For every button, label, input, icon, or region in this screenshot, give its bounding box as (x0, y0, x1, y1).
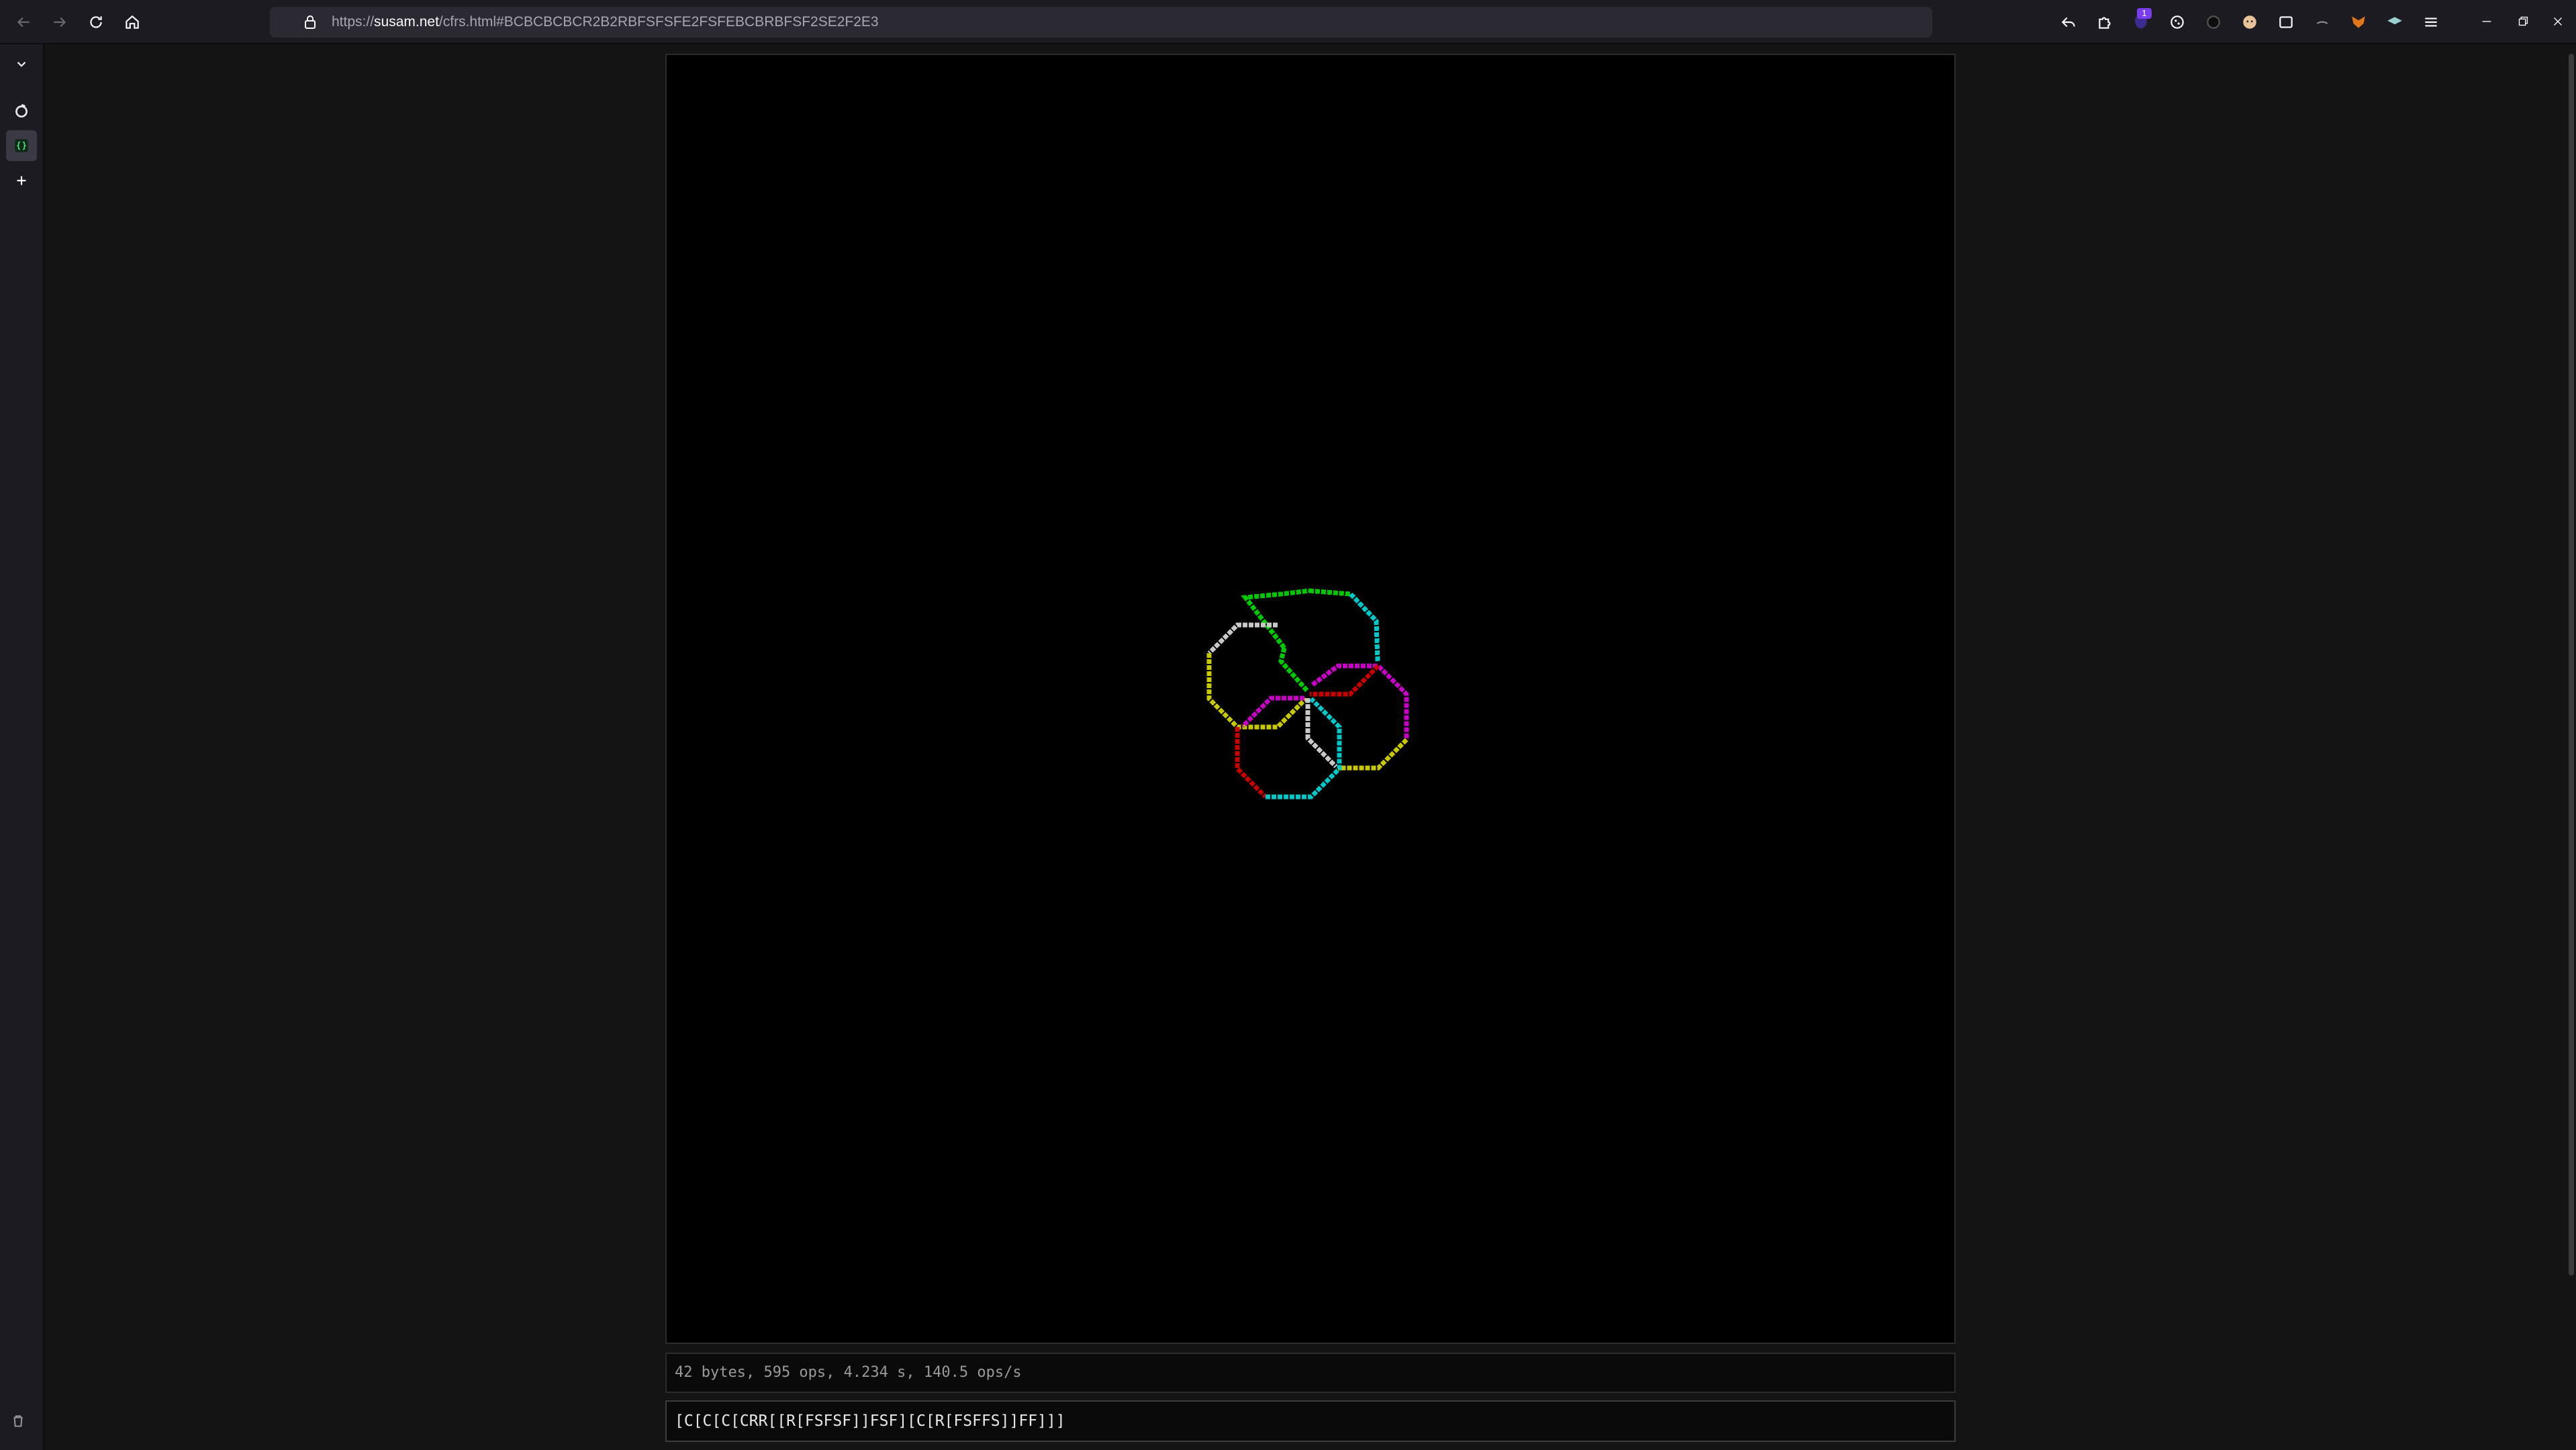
reload-icon (90, 16, 102, 28)
minimize-button[interactable] (2473, 8, 2500, 35)
extension-fox-button[interactable] (2347, 11, 2370, 34)
status-text: 42 bytes, 595 ops, 4.234 s, 140.5 ops/s (665, 1353, 1956, 1393)
drawing-segment (1308, 588, 1351, 597)
sidebar-collapse-button[interactable] (6, 48, 37, 79)
reload-button[interactable] (82, 8, 110, 36)
extensions-button[interactable] (2093, 11, 2116, 34)
dark-circle-extension-icon (2207, 15, 2220, 29)
sidebar-tab-2[interactable] (6, 130, 37, 161)
home-icon (126, 15, 139, 29)
browser-toolbar: https://susam.net/cfrs.html#BCBCBCBCR2B2… (0, 0, 2576, 44)
drawing-segment (1266, 697, 1342, 800)
url-path: /cfrs.html#BCBCBCBCR2B2RBFSFSFE2FSFEBCBR… (438, 14, 879, 30)
code-input[interactable] (665, 1400, 1956, 1442)
restore-icon (2518, 16, 2528, 26)
cookie-extension-icon (2170, 15, 2184, 29)
back-arrow-icon (17, 17, 30, 28)
undo-button[interactable] (2057, 11, 2080, 34)
extension-frame-button[interactable] (2275, 11, 2297, 34)
graduation-cap-icon (2387, 17, 2402, 25)
puzzle-piece-icon (2099, 17, 2111, 29)
trash-icon (13, 1415, 23, 1427)
minimize-icon (2482, 21, 2491, 22)
back-button[interactable] (9, 8, 38, 36)
braces-tab-icon (15, 139, 28, 152)
url-bar[interactable]: https://susam.net/cfrs.html#BCBCBCBCR2B2… (270, 7, 1932, 38)
undo-arrow-icon (2061, 17, 2075, 28)
extension-dark-button[interactable] (2202, 11, 2225, 34)
drawing-segment (1278, 647, 1310, 693)
dash-extension-icon (2316, 21, 2328, 25)
drawing-segment (1310, 663, 1409, 740)
close-icon (2554, 17, 2562, 26)
close-button[interactable] (2544, 8, 2571, 35)
sidebar-trash-button[interactable] (3, 1406, 34, 1437)
drawing-segment (1241, 588, 1310, 650)
restore-button[interactable] (2510, 8, 2536, 35)
drawing-segment (1206, 653, 1308, 730)
hamburger-menu-icon (2425, 17, 2437, 27)
app-menu-button[interactable] (2420, 11, 2442, 34)
url-prefix: https:// (332, 14, 375, 30)
drawing-canvas (665, 54, 1956, 1344)
turtle-drawing (1206, 588, 1409, 800)
sidebar-tab-1[interactable] (6, 95, 37, 126)
url-text[interactable]: https://susam.net/cfrs.html#BCBCBCBCR2B2… (332, 7, 879, 38)
drawing-segment (1349, 592, 1380, 662)
sidebar-new-tab-button[interactable] (6, 165, 37, 196)
extension-badge: 1 (2137, 8, 2152, 19)
extension-dash-button[interactable] (2311, 11, 2334, 34)
frame-extension-icon (2279, 16, 2293, 28)
page-scrollbar[interactable] (2569, 54, 2574, 1275)
firefox-tab-icon (15, 104, 28, 118)
plus-icon (17, 176, 26, 185)
lock-icon (305, 15, 316, 29)
browser-sidebar (0, 44, 44, 1450)
extension-gear-button[interactable] (2166, 11, 2189, 34)
forward-arrow-icon (54, 17, 66, 28)
drawing-segment (1235, 727, 1268, 799)
extension-face-button[interactable] (2238, 11, 2261, 34)
drawing-segment (1338, 738, 1409, 771)
face-extension-icon (2243, 15, 2256, 29)
forward-button[interactable] (46, 8, 74, 36)
home-button[interactable] (118, 8, 146, 36)
url-host: susam.net (374, 14, 439, 30)
chevron-down-icon (17, 62, 26, 67)
metamask-fox-icon (2352, 16, 2365, 28)
extension-cap-button[interactable] (2383, 11, 2406, 34)
